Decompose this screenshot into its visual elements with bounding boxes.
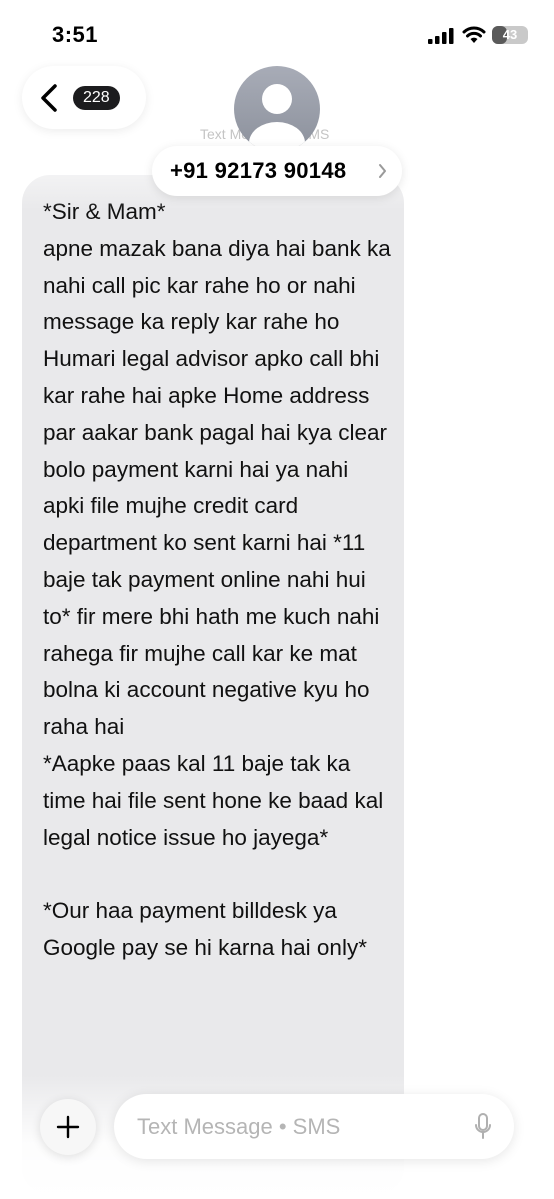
unread-count-badge: 228 [73,86,120,110]
microphone-icon[interactable] [474,1113,492,1141]
message-text: *Sir & Mam* apne mazak bana diya hai ban… [43,199,391,960]
chevron-right-icon [379,164,386,178]
signal-icon [428,28,454,44]
plus-icon [56,1115,80,1139]
person-icon [249,84,305,152]
status-time: 3:51 [52,22,99,47]
contact-name: +91 92173 90148 [170,158,347,183]
contact-name-button[interactable]: +91 92173 90148 [152,146,402,196]
chevron-left-icon [41,84,57,112]
message-input[interactable]: Text Message • SMS [114,1094,514,1159]
back-button[interactable]: 228 [22,66,146,129]
wifi-icon [462,26,486,43]
contact-avatar[interactable] [234,66,320,152]
battery-percent: 43 [502,27,518,42]
message-input-placeholder: Text Message • SMS [137,1114,341,1139]
add-attachment-button[interactable] [40,1099,96,1155]
battery-icon: 43 [492,26,528,44]
